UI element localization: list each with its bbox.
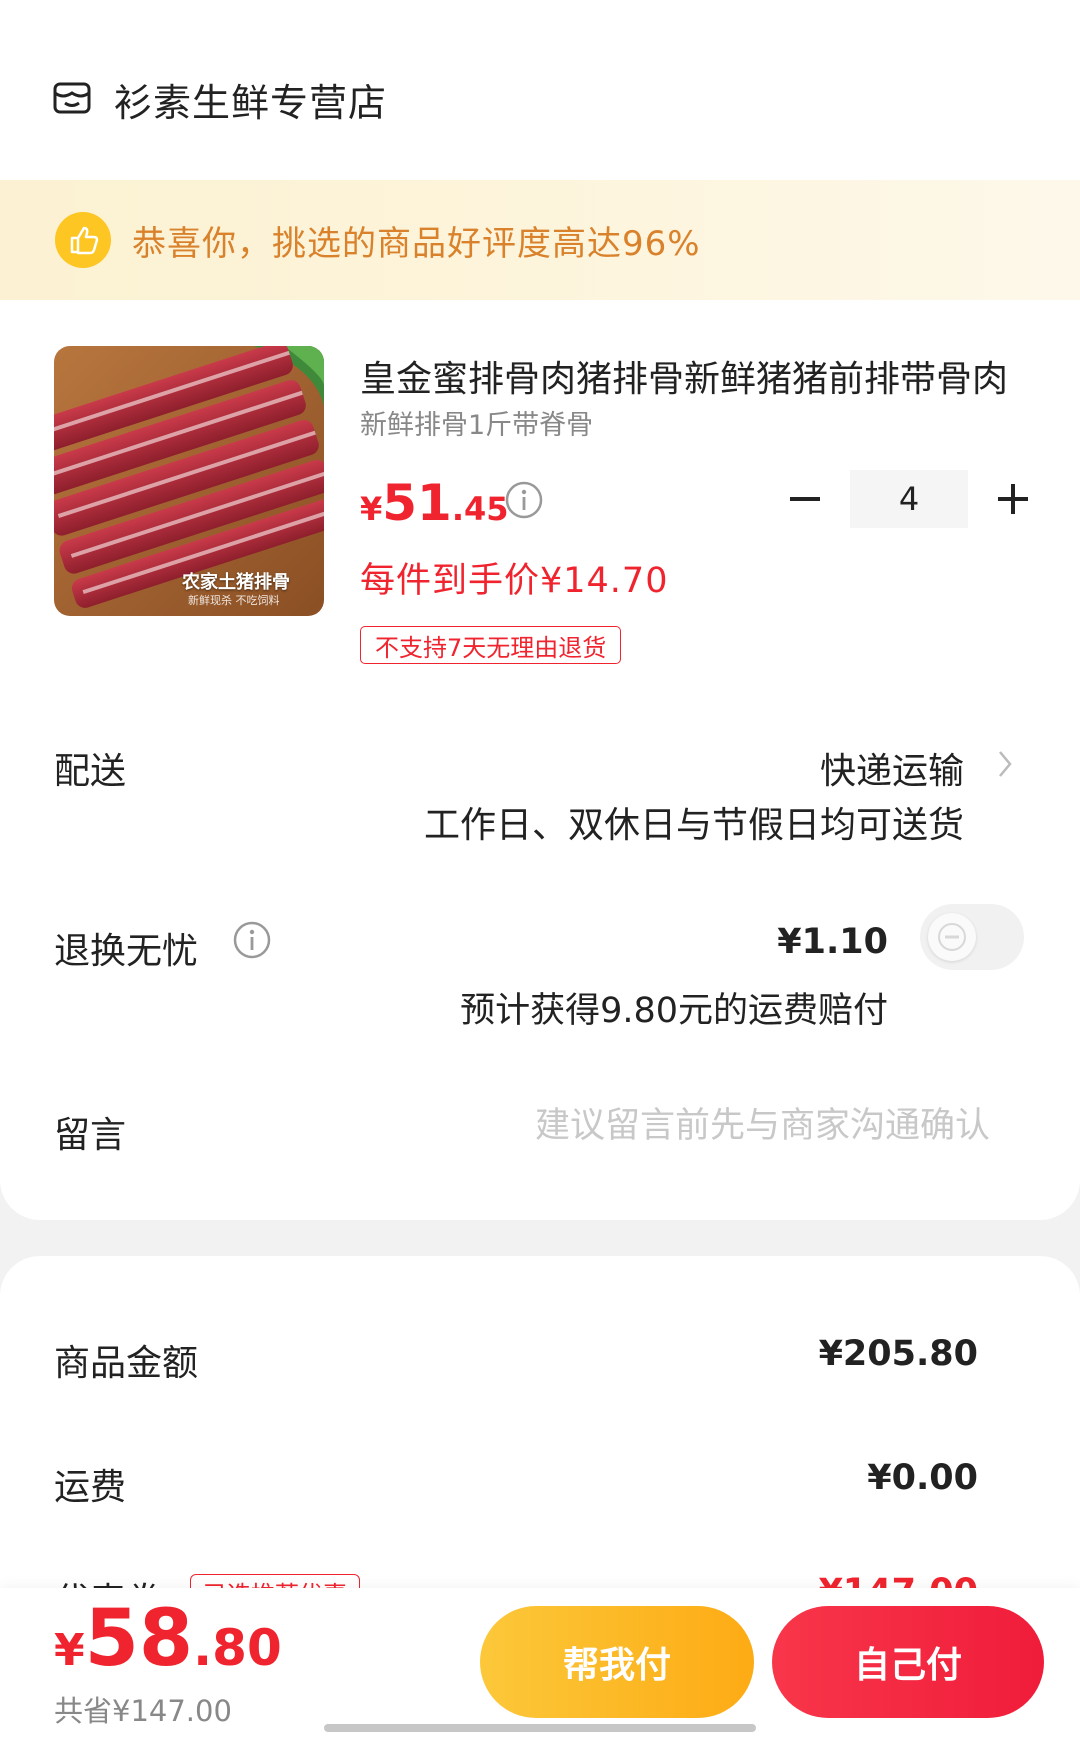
- toggle-knob: [928, 913, 976, 961]
- self-pay-button[interactable]: 自己付: [772, 1606, 1044, 1718]
- store-header[interactable]: 衫素生鲜专营店: [52, 74, 388, 125]
- decrease-button[interactable]: [780, 474, 830, 524]
- thumbs-up-icon: [55, 212, 111, 268]
- goods-amount-label: 商品金额: [54, 1343, 199, 1384]
- toggle-off-icon: [938, 923, 966, 951]
- price-currency: ¥: [360, 490, 383, 528]
- total-integer: 58: [84, 1594, 194, 1684]
- delivery-label: 配送: [54, 751, 127, 792]
- return-worry-label: 退换无忧: [54, 931, 199, 972]
- goods-amount-value: ¥205.80: [818, 1334, 978, 1374]
- plus-icon: [998, 484, 1028, 514]
- store-icon: [53, 82, 91, 114]
- saved-amount: 共省¥147.00: [54, 1694, 232, 1728]
- product-image[interactable]: 农家土猪排骨 新鲜现杀 不吃饲料: [54, 346, 324, 616]
- delivery-method[interactable]: 快递运输: [820, 742, 964, 794]
- total-decimal: .80: [193, 1619, 282, 1677]
- image-subcaption: 新鲜现杀 不吃饲料: [188, 594, 280, 607]
- return-worry-note: 预计获得9.80元的运费赔付: [460, 991, 888, 1031]
- quantity-value[interactable]: 4: [850, 470, 968, 528]
- image-caption: 农家土猪排骨: [182, 572, 290, 593]
- price-info-icon[interactable]: [504, 480, 544, 520]
- order-card: 衫素生鲜专营店 恭喜你，挑选的商品好评度高达96% 农家土猪排骨 新鲜现杀 不吃…: [0, 0, 1080, 1220]
- home-indicator[interactable]: [324, 1724, 756, 1732]
- increase-button[interactable]: [988, 474, 1038, 524]
- delivery-note: 工作日、双休日与节假日均可送货: [423, 805, 964, 846]
- total-price: ¥ 58 .80: [54, 1600, 282, 1678]
- product-title[interactable]: 皇金蜜排骨肉猪排骨新鲜猪猪前排带骨肉: [360, 350, 1030, 402]
- return-worry-info-icon[interactable]: [232, 920, 272, 960]
- quantity-stepper: 4: [780, 470, 1038, 528]
- unit-price: 每件到手价¥14.70: [360, 561, 669, 601]
- return-worry-toggle[interactable]: [920, 904, 1024, 970]
- product-spec[interactable]: 新鲜排骨1斤带脊骨: [360, 403, 593, 442]
- store-name: 衫素生鲜专营店: [114, 80, 388, 125]
- total-currency: ¥: [54, 1625, 85, 1676]
- praise-banner: 恭喜你，挑选的商品好评度高达96%: [0, 180, 1080, 300]
- return-policy-tag: 不支持7天无理由退货: [360, 626, 622, 664]
- shipping-label: 运费: [54, 1467, 127, 1508]
- price-integer: 51: [382, 474, 452, 532]
- message-input[interactable]: [440, 1098, 990, 1154]
- message-label: 留言: [54, 1115, 127, 1156]
- minus-icon: [790, 497, 820, 501]
- shipping-value: ¥0.00: [867, 1458, 978, 1498]
- price-decimal: .45: [451, 490, 509, 528]
- return-worry-price: ¥1.10: [777, 922, 888, 962]
- praise-text: 恭喜你，挑选的商品好评度高达96%: [132, 223, 701, 264]
- help-pay-button[interactable]: 帮我付: [480, 1606, 754, 1718]
- product-price: ¥ 51 .45: [360, 474, 509, 532]
- chevron-right-icon[interactable]: [994, 744, 1018, 784]
